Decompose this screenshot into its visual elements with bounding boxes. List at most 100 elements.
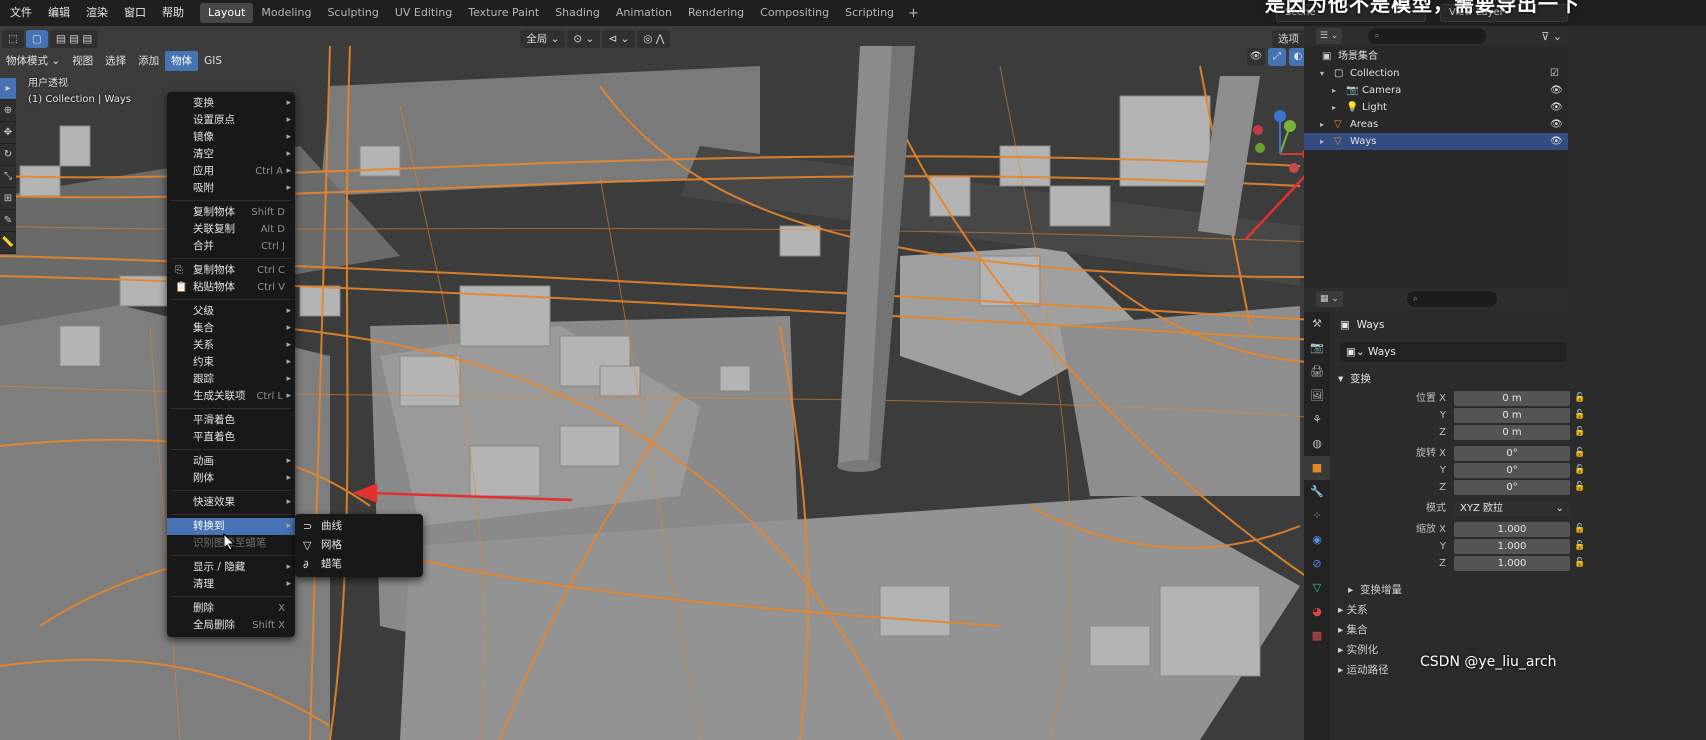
- transform-orientation-dropdown[interactable]: 全局 ⌄: [520, 30, 566, 48]
- properties-section-header[interactable]: ▸ 关系: [1332, 600, 1568, 620]
- rotation-mode-dropdown[interactable]: XYZ 欧拉 ⌄: [1454, 501, 1570, 516]
- lock-icon[interactable]: 🔓: [1574, 445, 1585, 462]
- constraints-tab-icon[interactable]: ⊘: [1304, 552, 1330, 576]
- move-tool-icon[interactable]: ✥: [0, 122, 16, 144]
- expand-toggle-icon[interactable]: ▸: [1320, 133, 1324, 150]
- mode-dropdown[interactable]: 物体模式 ⌄: [0, 51, 66, 71]
- workspace-tab[interactable]: Shading: [547, 3, 608, 23]
- outliner-search-input[interactable]: ⌕: [1368, 28, 1487, 44]
- scale-z-field[interactable]: 1.000: [1454, 556, 1570, 571]
- rotation-y-field[interactable]: 0°: [1454, 463, 1570, 478]
- lock-icon[interactable]: 🔓: [1574, 390, 1585, 407]
- lock-icon[interactable]: 🔓: [1574, 424, 1585, 441]
- object-menu-item[interactable]: 显示 / 隐藏 ▸: [167, 559, 295, 576]
- visibility-toggle-icon[interactable]: 👁: [1550, 116, 1563, 133]
- delta-transform-section[interactable]: ▸ 变换增量: [1332, 580, 1568, 600]
- object-menu-item[interactable]: 关系 ▸: [167, 337, 295, 354]
- material-tab-icon[interactable]: ◕: [1304, 600, 1330, 624]
- main-menu-item[interactable]: 渲染: [78, 0, 116, 26]
- lock-icon[interactable]: 🔓: [1574, 538, 1585, 555]
- scale-y-field[interactable]: 1.000: [1454, 539, 1570, 554]
- workspace-tab[interactable]: Scripting: [837, 3, 902, 23]
- object-menu-item[interactable]: 父级 ▸: [167, 303, 295, 320]
- select-modes[interactable]: ▤ ▤ ▤: [49, 30, 99, 48]
- workspace-tab[interactable]: Sculpting: [319, 3, 386, 23]
- scene-tab-icon[interactable]: ⚘: [1304, 408, 1330, 432]
- object-menu-item[interactable]: 清理 ▸: [167, 576, 295, 593]
- convert-option[interactable]: ▽ 网格: [295, 536, 423, 555]
- select-box-tool[interactable]: ▢: [25, 30, 48, 48]
- snap-toggle[interactable]: ⊲ ⌄: [602, 30, 636, 48]
- expand-toggle-icon[interactable]: ▾: [1320, 65, 1324, 82]
- select-tool-icon[interactable]: ▸: [0, 78, 16, 100]
- viewport-menu-item[interactable]: GIS: [198, 51, 228, 71]
- object-menu-item[interactable]: 刚体 ▸: [167, 470, 295, 487]
- editor-type-dropdown[interactable]: ▦ ⌄: [1316, 291, 1343, 307]
- object-menu-item[interactable]: 生成关联项 Ctrl L ▸: [167, 388, 295, 405]
- outliner-row[interactable]: ▣ 场景集合: [1304, 48, 1568, 65]
- object-menu-item[interactable]: 📋 粘贴物体 Ctrl V: [167, 279, 295, 296]
- object-menu-item[interactable]: 平滑着色: [167, 412, 295, 429]
- physics-tab-icon[interactable]: ◉: [1304, 528, 1330, 552]
- particles-tab-icon[interactable]: ⁘: [1304, 504, 1330, 528]
- workspace-tab[interactable]: Compositing: [752, 3, 837, 23]
- 3d-viewport[interactable]: ⬚ ▢ ▤ ▤ ▤ 全局 ⌄ ⊙ ⌄ ⊲ ⌄ ◎ ⋀ 选项 ⌄ 物体模式 ⌄ 视…: [0, 26, 1418, 740]
- annotate-tool-icon[interactable]: ✎: [0, 210, 16, 232]
- main-menu-item[interactable]: 编辑: [40, 0, 78, 26]
- view-layer-tab-icon[interactable]: 🖼: [1304, 384, 1330, 408]
- outliner-row[interactable]: ▾ ▢ Collection ☑: [1304, 65, 1568, 82]
- lock-icon[interactable]: 🔓: [1574, 462, 1585, 479]
- transform-tool-icon[interactable]: ⊞: [0, 188, 16, 210]
- add-workspace-button[interactable]: +: [902, 6, 925, 21]
- viewport-menu-item[interactable]: 添加: [132, 51, 165, 71]
- object-menu-item[interactable]: 吸附 ▸: [167, 180, 295, 197]
- gizmo-toggle-icon[interactable]: ⤢: [1268, 48, 1286, 66]
- lock-icon[interactable]: 🔓: [1574, 555, 1585, 572]
- workspace-tab[interactable]: Texture Paint: [460, 3, 547, 23]
- object-menu-item[interactable]: 关联复制 Alt D: [167, 221, 295, 238]
- lock-icon[interactable]: 🔓: [1574, 521, 1585, 538]
- workspace-tab[interactable]: Layout: [200, 3, 254, 23]
- convert-option[interactable]: ∂ 蜡笔: [295, 555, 423, 574]
- location-z-field[interactable]: 0 m: [1454, 425, 1570, 440]
- expand-toggle-icon[interactable]: ▸: [1332, 82, 1336, 99]
- rotation-x-field[interactable]: 0°: [1454, 446, 1570, 461]
- filter-icon[interactable]: ⊽ ⌄: [1541, 30, 1562, 43]
- object-menu-item[interactable]: 变换 ▸: [167, 95, 295, 112]
- proportional-edit-toggle[interactable]: ◎ ⋀: [637, 30, 671, 48]
- properties-search-input[interactable]: ⌕: [1406, 291, 1497, 307]
- location-x-field[interactable]: 0 m: [1454, 391, 1570, 406]
- workspace-tab[interactable]: Modeling: [253, 3, 319, 23]
- cursor-tool-icon[interactable]: ⊕: [0, 100, 16, 122]
- rotate-tool-icon[interactable]: ↻: [0, 144, 16, 166]
- output-tab-icon[interactable]: 🖨: [1304, 360, 1330, 384]
- data-tab-icon[interactable]: ▽: [1304, 576, 1330, 600]
- object-menu-item[interactable]: 复制物体 Shift D: [167, 204, 295, 221]
- texture-tab-icon[interactable]: ▩: [1304, 624, 1330, 648]
- properties-section-header[interactable]: ▸ 集合: [1332, 620, 1568, 640]
- lock-icon[interactable]: 🔓: [1574, 479, 1585, 496]
- object-menu-item[interactable]: 动画 ▸: [167, 453, 295, 470]
- visibility-icon[interactable]: 👁: [1247, 48, 1265, 66]
- outliner-row[interactable]: ▸ ▽ Ways 👁: [1304, 133, 1568, 150]
- modifier-tab-icon[interactable]: 🔧: [1304, 480, 1330, 504]
- outliner-row[interactable]: ▸ ▽ Areas 👁: [1304, 116, 1568, 133]
- tool-tab-icon[interactable]: ⚒: [1304, 312, 1330, 336]
- object-menu-item[interactable]: 清空 ▸: [167, 146, 295, 163]
- world-tab-icon[interactable]: ◍: [1304, 432, 1330, 456]
- workspace-tab[interactable]: Animation: [608, 3, 680, 23]
- object-menu-item[interactable]: 全局删除 Shift X: [167, 617, 295, 634]
- render-tab-icon[interactable]: 📷: [1304, 336, 1330, 360]
- expand-toggle-icon[interactable]: ▸: [1320, 116, 1324, 133]
- workspace-tab[interactable]: Rendering: [680, 3, 752, 23]
- expand-toggle-icon[interactable]: ▸: [1332, 99, 1336, 116]
- object-menu-item[interactable]: 删除 X: [167, 600, 295, 617]
- object-menu-item[interactable]: 快速效果 ▸: [167, 494, 295, 511]
- object-menu-item[interactable]: 设置原点 ▸: [167, 112, 295, 129]
- object-menu-item[interactable]: 集合 ▸: [167, 320, 295, 337]
- location-y-field[interactable]: 0 m: [1454, 408, 1570, 423]
- object-menu-item[interactable]: 平直着色: [167, 429, 295, 446]
- main-menu-item[interactable]: 帮助: [154, 0, 192, 26]
- object-menu-item[interactable]: 合并 Ctrl J: [167, 238, 295, 255]
- outliner-row[interactable]: ▸ 💡 Light 👁: [1304, 99, 1568, 116]
